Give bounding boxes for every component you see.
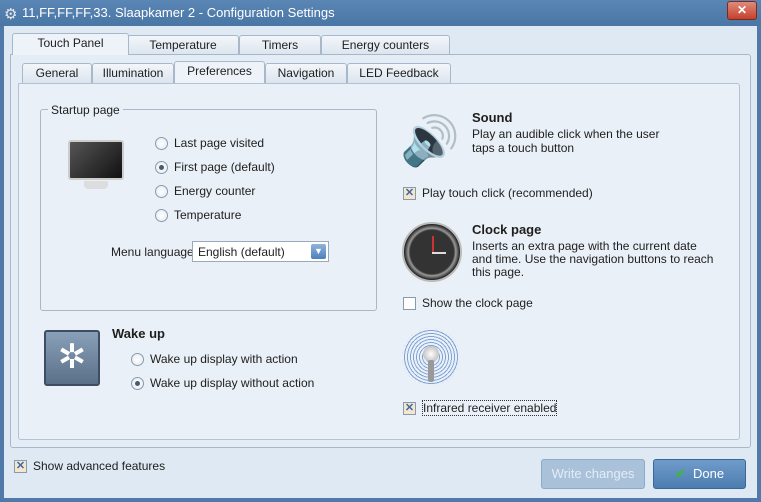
tab-touch-panel[interactable]: Touch Panel	[12, 33, 129, 55]
menu-language-select[interactable]: English (default) ▼	[192, 241, 329, 262]
radio-energy-counter[interactable]: Energy counter	[155, 184, 255, 198]
tab-energy-counters[interactable]: Energy counters	[321, 35, 450, 55]
play-touch-click-checkbox[interactable]: ✕ Play touch click (recommended)	[403, 186, 593, 200]
tab-timers[interactable]: Timers	[239, 35, 321, 55]
radio-wake-with-action[interactable]: Wake up display with action	[131, 352, 298, 366]
tab-illumination[interactable]: Illumination	[92, 63, 174, 83]
clock-desc-3: this page.	[472, 265, 525, 279]
infrared-icon	[402, 328, 460, 386]
sound-title: Sound	[472, 110, 513, 125]
window-title: 11,FF,FF,FF,33. Slaapkamer 2 - Configura…	[22, 5, 335, 20]
tab-temperature[interactable]: Temperature	[127, 35, 239, 55]
menu-language-value: English (default)	[198, 245, 285, 259]
clock-desc-1: Inserts an extra page with the current d…	[472, 239, 697, 253]
clock-title: Clock page	[472, 222, 542, 237]
radio-last-page[interactable]: Last page visited	[155, 136, 264, 150]
show-advanced-features-checkbox[interactable]: ✕ Show advanced features	[14, 459, 165, 473]
tab-general[interactable]: General	[22, 63, 92, 83]
infrared-receiver-checkbox[interactable]: ✕ Infrared receiver enabled	[403, 400, 558, 416]
chevron-down-icon[interactable]: ▼	[311, 244, 326, 259]
wake-up-title: Wake up	[112, 326, 165, 341]
gear-icon: ⚙	[4, 6, 18, 23]
menu-language-label: Menu language:	[111, 245, 198, 259]
close-button[interactable]: ✕	[727, 1, 757, 20]
show-clock-page-checkbox[interactable]: Show the clock page	[403, 296, 533, 310]
speaker-icon: 🔊	[400, 115, 460, 168]
sound-desc-2: taps a touch button	[472, 141, 575, 155]
radio-first-page[interactable]: First page (default)	[155, 160, 275, 174]
tab-preferences[interactable]: Preferences	[174, 61, 265, 83]
tab-led-feedback[interactable]: LED Feedback	[347, 63, 451, 83]
startup-page-label: Startup page	[48, 103, 123, 117]
clock-desc-2: and time. Use the navigation buttons to …	[472, 252, 714, 266]
tab-navigation[interactable]: Navigation	[265, 63, 347, 83]
done-button[interactable]: ✔ Done	[653, 459, 746, 489]
monitor-icon	[68, 140, 124, 192]
done-label: Done	[693, 466, 725, 481]
sound-desc-1: Play an audible click when the user	[472, 127, 660, 141]
radio-temperature[interactable]: Temperature	[155, 208, 241, 222]
write-changes-button[interactable]: Write changes	[541, 459, 645, 489]
clock-icon	[402, 222, 462, 282]
radio-wake-without-action[interactable]: Wake up display without action	[131, 376, 314, 390]
checkmark-icon: ✔	[674, 466, 686, 481]
wake-up-icon: ✲	[44, 330, 100, 386]
